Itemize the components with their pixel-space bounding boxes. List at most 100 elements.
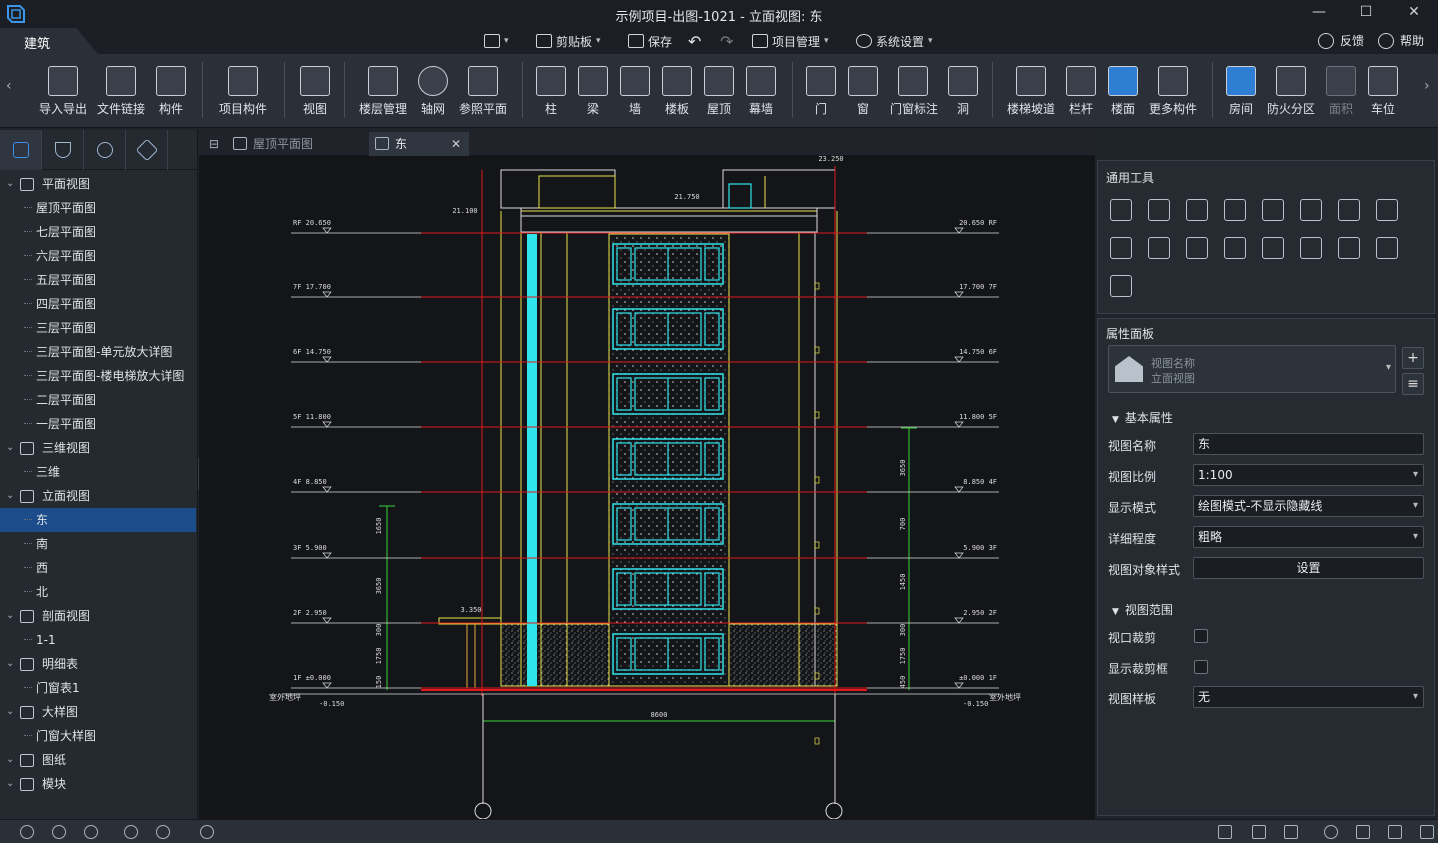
browser-tab-filter[interactable] <box>42 130 84 170</box>
offset-icon[interactable] <box>1262 199 1284 221</box>
component-button[interactable]: 构件 <box>154 66 188 124</box>
copy-icon[interactable] <box>1148 199 1170 221</box>
door-button[interactable]: 门 <box>806 66 836 124</box>
tree-item[interactable]: 南 <box>0 532 196 556</box>
expand-toggle-icon[interactable]: ⌄ <box>6 436 14 460</box>
browser-tab-3d[interactable] <box>126 130 168 170</box>
move-icon[interactable] <box>1110 199 1132 221</box>
isolate-icon[interactable] <box>200 825 214 839</box>
batch-icon[interactable] <box>1376 237 1398 259</box>
tree-item[interactable]: 门窗表1 <box>0 676 196 700</box>
maximize-button[interactable]: ☐ <box>1351 4 1381 24</box>
roof-button[interactable]: 屋顶 <box>704 66 734 124</box>
tree-group[interactable]: ⌄ 大样图 <box>0 700 196 724</box>
layer-list-icon[interactable] <box>1252 825 1266 839</box>
expand-toggle-icon[interactable]: ⌄ <box>6 604 14 628</box>
tree-item[interactable]: 北 <box>0 580 196 604</box>
snap-grid-icon[interactable] <box>1218 825 1232 839</box>
ribbon-scroll-right-icon[interactable]: › <box>1424 78 1430 94</box>
door-window-tag-button[interactable]: 门窗标注 <box>890 66 938 124</box>
view-scale-select[interactable]: 1:100 ▾ <box>1193 464 1424 486</box>
beam-button[interactable]: 梁 <box>578 66 608 124</box>
tree-item[interactable]: 三层平面图-楼电梯放大详图 <box>0 364 196 388</box>
expand-toggle-icon[interactable]: ⌄ <box>6 652 14 676</box>
expand-toggle-icon[interactable]: ⌄ <box>6 772 14 796</box>
split-icon[interactable] <box>1300 199 1322 221</box>
delete-icon[interactable] <box>1338 237 1360 259</box>
project-component-button[interactable]: 项目构件 <box>218 66 268 124</box>
tree-item[interactable]: 1-1 <box>0 628 196 652</box>
save-button[interactable]: 保存 <box>628 32 672 50</box>
tree-item[interactable]: 七层平面图 <box>0 220 196 244</box>
project-manage-button[interactable]: 项目管理 ▾ <box>752 32 829 50</box>
expand-toggle-icon[interactable]: ⌄ <box>6 700 14 724</box>
column-button[interactable]: 柱 <box>536 66 566 124</box>
eye-filter-icon[interactable] <box>52 825 66 839</box>
import-export-button[interactable]: 导入导出 <box>38 66 88 124</box>
ref-plane-button[interactable]: 参照平面 <box>458 66 508 124</box>
extend-icon[interactable] <box>1376 199 1398 221</box>
eye-icon[interactable] <box>20 825 34 839</box>
expand-toggle-icon[interactable]: ⌄ <box>6 172 14 196</box>
show-crop-box-checkbox[interactable] <box>1194 660 1208 674</box>
tree-item[interactable]: 西 <box>0 556 196 580</box>
type-settings-button[interactable]: ≡ <box>1402 373 1424 395</box>
axis-grid-button[interactable]: 轴网 <box>418 66 448 124</box>
tree-item[interactable]: 五层平面图 <box>0 268 196 292</box>
area-button[interactable]: 面积 <box>1326 66 1356 124</box>
viewport-crop-checkbox[interactable] <box>1194 629 1208 643</box>
tree-item[interactable]: 东 <box>0 508 196 532</box>
tree-group[interactable]: ⌄ 立面视图 <box>0 484 196 508</box>
doc-tab-east[interactable]: 东 ✕ <box>369 132 469 156</box>
tab-architecture[interactable]: 建筑 <box>0 28 98 54</box>
expand-toggle-icon[interactable]: ⌄ <box>6 484 14 508</box>
join-icon[interactable] <box>1110 237 1132 259</box>
tree-group[interactable]: ⌄ 模块 <box>0 772 196 796</box>
stretch-icon[interactable] <box>1300 237 1322 259</box>
close-tab-icon[interactable]: ✕ <box>451 132 461 156</box>
open-folder-button[interactable]: ▾ <box>484 32 509 50</box>
minimize-button[interactable]: — <box>1304 4 1334 24</box>
array-icon[interactable] <box>1186 237 1208 259</box>
wall-button[interactable]: 墙 <box>620 66 650 124</box>
tree-item[interactable]: 四层平面图 <box>0 292 196 316</box>
stair-ramp-button[interactable]: 楼梯坡道 <box>1006 66 1056 124</box>
system-settings-button[interactable]: 系统设置 ▾ <box>856 32 933 50</box>
tree-group[interactable]: ⌄ 明细表 <box>0 652 196 676</box>
view-button[interactable]: 视图 <box>298 66 332 124</box>
clipboard-button[interactable]: 剪贴板 ▾ <box>536 32 601 50</box>
window-tool-button[interactable]: 窗 <box>848 66 878 124</box>
railing-button[interactable]: 栏杆 <box>1066 66 1096 124</box>
doc-tab-roof-plan[interactable]: 屋顶平面图 <box>227 132 367 156</box>
group-icon[interactable] <box>1224 237 1246 259</box>
fire-zone-button[interactable]: 防火分区 <box>1266 66 1316 124</box>
measure-icon[interactable] <box>1110 275 1132 297</box>
redo-button[interactable]: ↷ <box>720 32 733 51</box>
visibility-icon[interactable] <box>156 825 170 839</box>
view-name-field[interactable]: 东 <box>1193 433 1424 455</box>
detail-level-select[interactable]: 粗略 ▾ <box>1193 526 1424 548</box>
tree-item[interactable]: 三层平面图-单元放大详图 <box>0 340 196 364</box>
tree-group[interactable]: ⌄ 图纸 <box>0 748 196 772</box>
undo-button[interactable]: ↶ <box>688 32 701 51</box>
trim-icon[interactable] <box>1338 199 1360 221</box>
rotate-icon[interactable] <box>1186 199 1208 221</box>
expand-toggle-icon[interactable]: ⌄ <box>6 748 14 772</box>
tree-group[interactable]: ⌄ 三维视图 <box>0 436 196 460</box>
file-link-button[interactable]: 文件链接 <box>96 66 146 124</box>
close-button[interactable]: ✕ <box>1399 4 1429 24</box>
object-style-settings-button[interactable]: 设置 <box>1193 557 1424 579</box>
curtain-wall-button[interactable]: 幕墙 <box>746 66 776 124</box>
add-type-button[interactable]: + <box>1402 347 1424 369</box>
tree-group[interactable]: ⌄ 剖面视图 <box>0 604 196 628</box>
tree-item[interactable]: 六层平面图 <box>0 244 196 268</box>
view-type-selector[interactable]: 视图名称 立面视图 ▾ <box>1108 345 1396 393</box>
display-mode-select[interactable]: 绘图模式-不显示隐藏线 ▾ <box>1193 495 1424 517</box>
more-components-button[interactable]: 更多构件 <box>1148 66 1198 124</box>
tree-item[interactable]: 二层平面图 <box>0 388 196 412</box>
ribbon-scroll-left-icon[interactable]: ‹ <box>6 78 12 94</box>
workset-icon[interactable] <box>1356 825 1370 839</box>
tab-list-icon[interactable]: ⊟ <box>203 132 227 156</box>
help-button[interactable]: 帮助 <box>1378 32 1424 49</box>
eye-reset-icon[interactable] <box>84 825 98 839</box>
